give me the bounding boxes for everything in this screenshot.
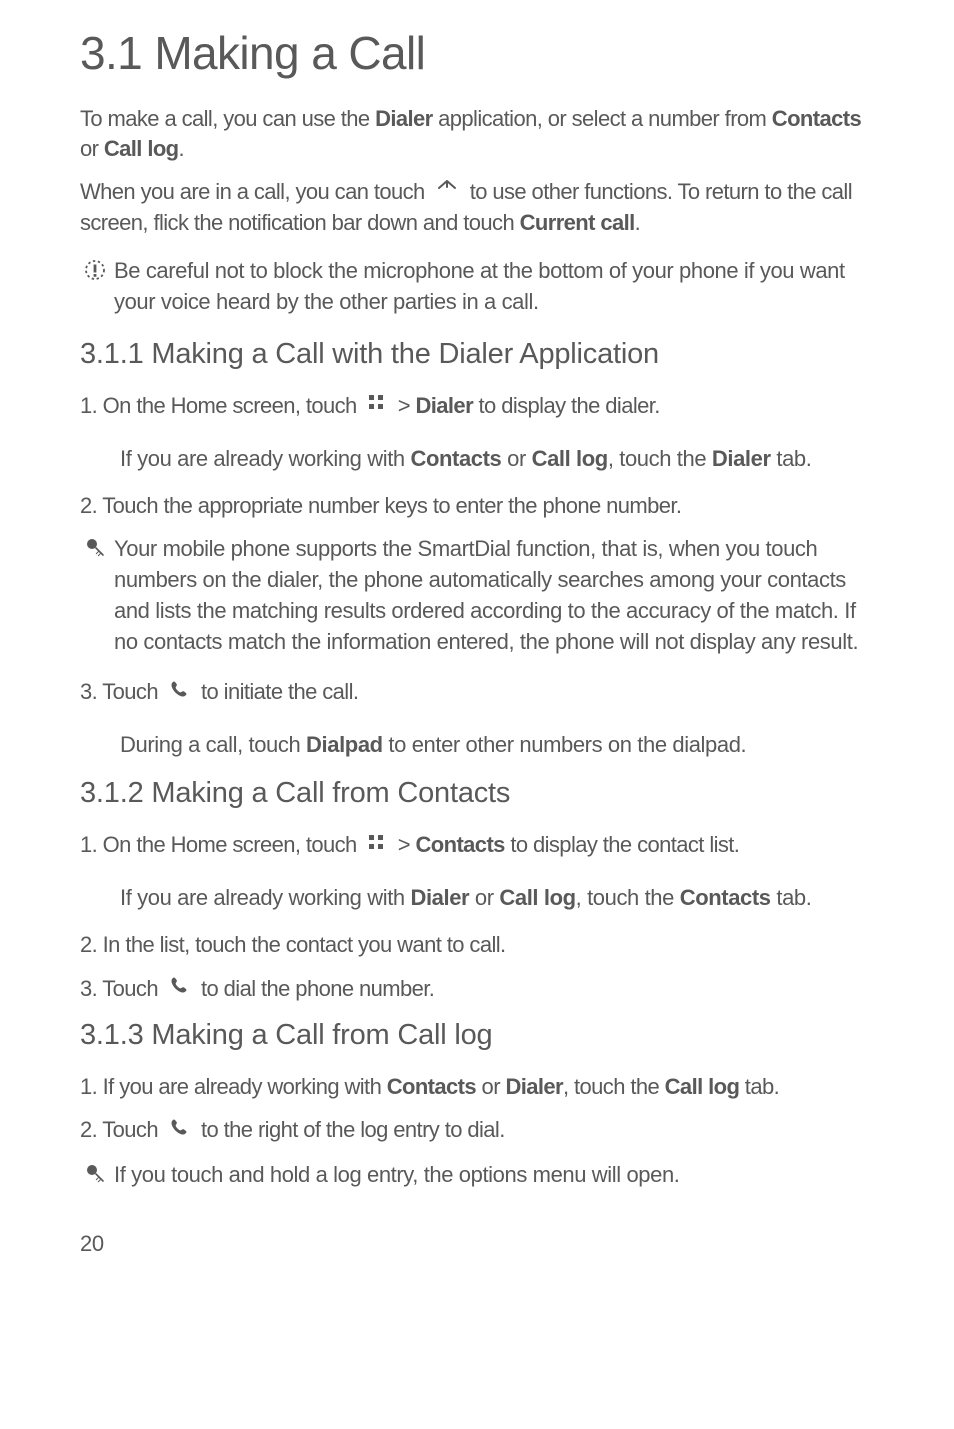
text: to initiate the call. — [195, 679, 358, 704]
text: If you are already working with — [120, 885, 410, 910]
bold-contacts: Contacts — [772, 106, 861, 131]
bold-call-log: Call log — [665, 1074, 740, 1099]
s313-step-1: 1. If you are already working with Conta… — [80, 1072, 884, 1102]
s312-step-2: 2. In the list, touch the contact you wa… — [80, 930, 884, 960]
text: or — [80, 136, 104, 161]
bold-dialer: Dialer — [505, 1074, 563, 1099]
s311-step-2: 2. Touch the appropriate number keys to … — [80, 491, 884, 521]
bold-call-log: Call log — [104, 136, 179, 161]
s312-step-1: 1. On the Home screen, touch > Contacts … — [80, 830, 884, 861]
home-icon — [436, 177, 458, 207]
text: If you are already working with — [120, 446, 410, 471]
bold-dialer: Dialer — [410, 885, 469, 910]
caution-note: Be careful not to block the microphone a… — [80, 256, 884, 318]
bold-contacts: Contacts — [415, 832, 504, 857]
section-title: 3.1 Making a Call — [80, 26, 884, 80]
call-icon — [169, 677, 189, 707]
text: to enter other numbers on the dialpad. — [383, 732, 747, 757]
text: > — [392, 393, 415, 418]
text: 3. Touch — [80, 976, 163, 1001]
subsection-312-title: 3.1.2 Making a Call from Contacts — [80, 777, 884, 810]
call-icon — [169, 973, 189, 1003]
app-grid-icon — [368, 390, 386, 420]
text: tab. — [739, 1074, 779, 1099]
caution-icon — [80, 258, 110, 282]
text: 1. If you are already working with — [80, 1074, 387, 1099]
text: application, or select a number from — [433, 106, 772, 131]
s312-step-3: 3. Touch to dial the phone number. — [80, 974, 884, 1005]
text: , touch the — [608, 446, 712, 471]
tip-note-smartdial: Your mobile phone supports the SmartDial… — [80, 534, 884, 657]
page-number: 20 — [80, 1231, 884, 1257]
text: to dial the phone number. — [195, 976, 434, 1001]
caution-text: Be careful not to block the microphone a… — [114, 256, 884, 318]
text: When you are in a call, you can touch — [80, 179, 430, 204]
text: 1. On the Home screen, touch — [80, 393, 362, 418]
s313-step-2: 2. Touch to the right of the log entry t… — [80, 1115, 884, 1146]
s311-step-1: 1. On the Home screen, touch > Dialer to… — [80, 391, 884, 422]
intro-paragraph-2: When you are in a call, you can touch to… — [80, 177, 884, 238]
bold-call-log: Call log — [499, 885, 575, 910]
text: or — [501, 446, 531, 471]
text: > — [392, 832, 415, 857]
text: to display the contact list. — [505, 832, 740, 857]
text: to display the dialer. — [473, 393, 660, 418]
text: , touch the — [576, 885, 680, 910]
tip-icon — [80, 1162, 110, 1186]
text: During a call, touch — [120, 732, 306, 757]
s311-step-3: 3. Touch to initiate the call. — [80, 677, 884, 708]
subsection-313-title: 3.1.3 Making a Call from Call log — [80, 1019, 884, 1052]
app-grid-icon — [368, 830, 386, 860]
bold-contacts: Contacts — [410, 446, 501, 471]
bold-current-call: Current call — [520, 210, 635, 235]
s311-step-3-indent: During a call, touch Dialpad to enter ot… — [120, 730, 884, 761]
text: or — [476, 1074, 505, 1099]
intro-paragraph-1: To make a call, you can use the Dialer a… — [80, 104, 884, 163]
bold-call-log: Call log — [532, 446, 608, 471]
text: . — [179, 136, 185, 161]
text: 3. Touch — [80, 679, 163, 704]
bold-contacts: Contacts — [387, 1074, 476, 1099]
text: 1. On the Home screen, touch — [80, 832, 362, 857]
s311-step-1-indent: If you are already working with Contacts… — [120, 444, 884, 475]
bold-dialer: Dialer — [415, 393, 473, 418]
text: . — [635, 210, 641, 235]
tip-note-log-hold: If you touch and hold a log entry, the o… — [80, 1160, 884, 1191]
text: 2. Touch — [80, 1117, 163, 1142]
s312-step-1-indent: If you are already working with Dialer o… — [120, 883, 884, 914]
bold-dialpad: Dialpad — [306, 732, 383, 757]
bold-dialer: Dialer — [712, 446, 771, 471]
subsection-311-title: 3.1.1 Making a Call with the Dialer Appl… — [80, 338, 884, 371]
text: , touch the — [563, 1074, 665, 1099]
text: to the right of the log entry to dial. — [195, 1117, 504, 1142]
bold-contacts: Contacts — [680, 885, 771, 910]
tip-text: Your mobile phone supports the SmartDial… — [114, 534, 884, 657]
text: To make a call, you can use the — [80, 106, 375, 131]
tip-icon — [80, 536, 110, 560]
text: tab. — [771, 885, 812, 910]
call-icon — [169, 1115, 189, 1145]
bold-dialer: Dialer — [375, 106, 433, 131]
tip-text: If you touch and hold a log entry, the o… — [114, 1160, 884, 1191]
text: or — [469, 885, 499, 910]
text: tab. — [771, 446, 812, 471]
